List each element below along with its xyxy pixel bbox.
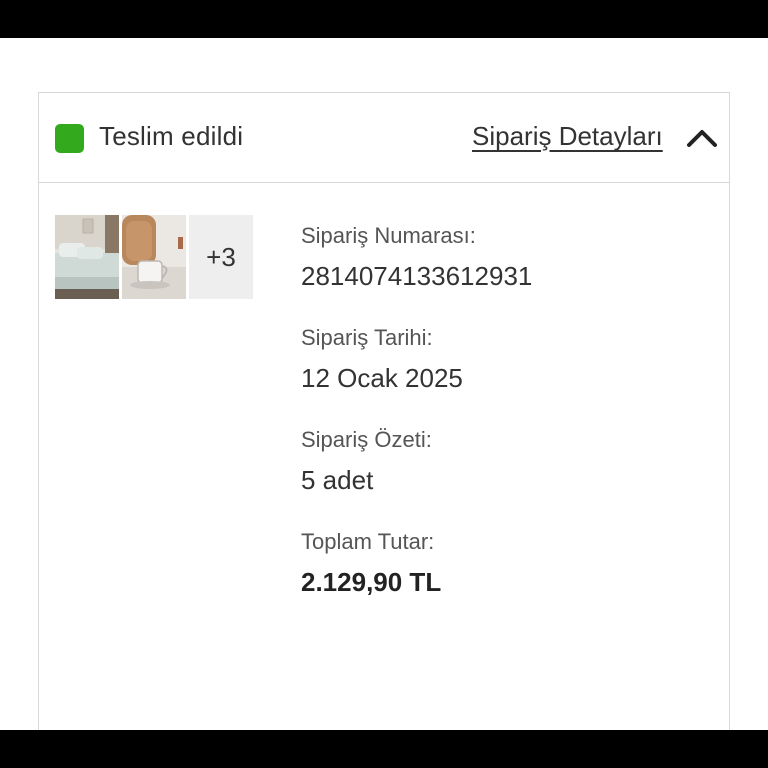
order-number-value: 2814074133612931	[301, 261, 533, 291]
order-number-group: Sipariş Numarası: 2814074133612931	[301, 223, 532, 291]
order-total-label: Toplam Tutar:	[301, 529, 435, 554]
product-thumbnail-mug[interactable]	[122, 215, 186, 299]
order-number-label: Sipariş Numarası:	[301, 223, 476, 248]
order-status-text: Teslim edildi	[99, 121, 244, 151]
order-total-group: Toplam Tutar: 2.129,90 TL	[301, 529, 532, 597]
order-date-label: Sipariş Tarihi:	[301, 325, 433, 350]
order-total-value: 2.129,90 TL	[301, 567, 442, 597]
order-date-value: 12 Ocak 2025	[301, 363, 463, 393]
order-summary-group: Sipariş Özeti: 5 adet	[301, 427, 532, 495]
order-summary-label: Sipariş Özeti:	[301, 427, 432, 452]
product-thumbnails: +3	[55, 215, 253, 299]
order-card: Teslim edildi Sipariş Detayları +3 Sipar…	[38, 92, 730, 730]
product-thumbnail-bedroom[interactable]	[55, 215, 119, 299]
more-products-count[interactable]: +3	[189, 215, 253, 299]
order-details-link[interactable]: Sipariş Detayları	[472, 121, 663, 152]
status-indicator-icon	[55, 124, 84, 153]
order-date-group: Sipariş Tarihi: 12 Ocak 2025	[301, 325, 532, 393]
order-summary-value: 5 adet	[301, 465, 374, 495]
order-info: Sipariş Numarası: 2814074133612931 Sipar…	[301, 223, 532, 631]
screen: Teslim edildi Sipariş Detayları +3 Sipar…	[0, 38, 768, 730]
chevron-up-icon[interactable]	[685, 125, 719, 151]
order-card-header[interactable]: Teslim edildi Sipariş Detayları	[39, 93, 729, 183]
